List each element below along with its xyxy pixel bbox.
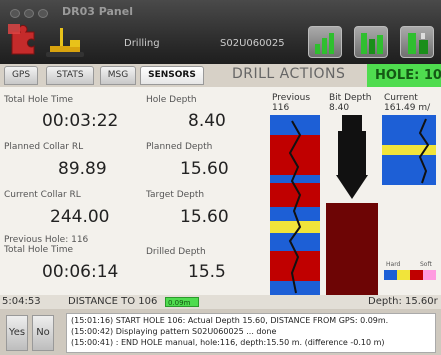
puzzle-icon — [8, 24, 35, 55]
planned-depth-label: Planned Depth — [146, 142, 213, 152]
window-dot-icon[interactable] — [10, 9, 20, 18]
drilled-depth-value: 15.5 — [188, 262, 226, 282]
distance-value-box: 0.09m — [165, 297, 199, 307]
app-title: DR03 Panel — [62, 5, 133, 18]
current-collar-rl-label: Current Collar RL — [4, 190, 81, 200]
tab-stats[interactable]: STATS — [46, 66, 94, 85]
tab-gps[interactable]: GPS — [4, 66, 38, 85]
legend-soft-label: Soft — [420, 261, 432, 268]
window-dot-icon[interactable] — [38, 9, 48, 18]
target-depth-value: 15.60 — [180, 207, 229, 227]
layers-chart-button[interactable] — [354, 26, 388, 58]
bottom-bar: Yes No (15:01:16) START HOLE 106: Actual… — [0, 309, 441, 355]
hardness-legend — [384, 270, 436, 280]
target-depth-label: Target Depth — [146, 190, 205, 200]
log-line: (15:00:42) Displaying pattern S02U060025… — [71, 327, 277, 336]
distance-label: DISTANCE TO 106 — [68, 296, 158, 307]
stats-panel: Total Hole Time 00:03:22 Hole Depth 8.40… — [0, 87, 441, 295]
previous-hole-label: Previous Hole: 116 — [4, 235, 89, 245]
planned-depth-value: 15.60 — [180, 159, 229, 179]
log-line: (15:00:41) : END HOLE manual, hole:116, … — [71, 338, 385, 347]
depth-readout: Depth: 15.60r — [368, 296, 438, 307]
total-hole-time-label: Total Hole Time — [4, 95, 74, 105]
pattern-id: S02U060025 — [220, 38, 285, 49]
bit-depth-label: Bit Depth — [329, 93, 372, 103]
yes-button[interactable]: Yes — [6, 315, 28, 351]
planned-collar-rl-value: 89.89 — [58, 159, 107, 179]
drilled-depth-label: Drilled Depth — [146, 247, 206, 257]
previous-hole-time-value: 00:06:14 — [42, 262, 119, 282]
legend-hard-label: Hard — [386, 261, 401, 268]
current-strata-log — [382, 115, 436, 185]
hole-depth-value: 8.40 — [188, 111, 226, 131]
tab-msg[interactable]: MSG — [100, 66, 136, 85]
drill-rig-icon — [46, 28, 84, 57]
tab-sensors[interactable]: SENSORS — [140, 66, 204, 85]
previous-hole-time-label: Total Hole Time — [4, 245, 74, 255]
window-dot-icon[interactable] — [24, 9, 34, 18]
drill-actions-title[interactable]: DRILL ACTIONS — [232, 66, 345, 82]
distance-value: 0.09m — [168, 299, 191, 307]
previous-log-label: Previous — [272, 93, 311, 103]
drill-profile-button[interactable] — [400, 26, 434, 58]
hole-badge: HOLE: 10 — [367, 64, 441, 87]
planned-collar-rl-label: Planned Collar RL — [4, 142, 84, 152]
drill-status: Drilling — [124, 38, 160, 49]
previous-strata-log — [270, 115, 320, 295]
status-row: 5:04:53 DISTANCE TO 106 0.09m Depth: 15.… — [0, 295, 441, 309]
header-bar: DR03 Panel Drilling S02U060025 — [0, 0, 441, 64]
bit-depth-column — [326, 115, 378, 295]
message-log[interactable]: (15:01:16) START HOLE 106: Actual Depth … — [66, 313, 436, 353]
current-log-value: 161.49 m/ — [384, 103, 431, 113]
previous-log-value: 116 — [272, 103, 290, 113]
clock-time: 5:04:53 — [2, 296, 41, 307]
log-line: (15:01:16) START HOLE 106: Actual Depth … — [71, 316, 389, 325]
no-button[interactable]: No — [32, 315, 54, 351]
window-controls — [10, 9, 54, 18]
layers-chart-icon — [361, 33, 383, 54]
current-log-label: Current — [384, 93, 418, 103]
bit-depth-value: 8.40 — [329, 103, 350, 113]
bar-chart-icon — [315, 33, 334, 54]
current-collar-rl-value: 244.00 — [50, 207, 110, 227]
bar-chart-button[interactable] — [308, 26, 342, 58]
drill-profile-icon — [408, 33, 428, 54]
hole-depth-label: Hole Depth — [146, 95, 197, 105]
total-hole-time-value: 00:03:22 — [42, 111, 119, 131]
